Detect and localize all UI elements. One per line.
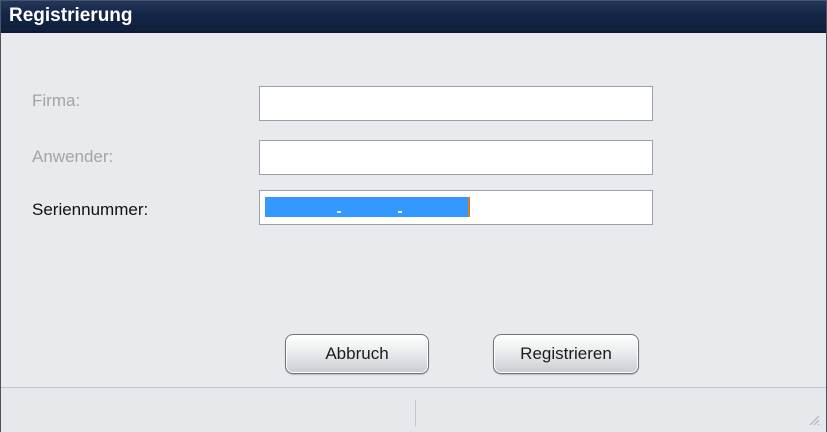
seriennummer-input[interactable]	[259, 190, 653, 225]
window-title: Registrierung	[9, 5, 133, 26]
firma-input[interactable]	[259, 86, 653, 121]
title-bar[interactable]: Registrierung	[1, 1, 826, 33]
text-selection-highlight	[265, 197, 468, 217]
status-bar-divider	[415, 400, 416, 426]
serial-separator	[337, 211, 341, 213]
seriennummer-label: Seriennummer:	[32, 200, 149, 219]
status-bar	[1, 387, 826, 432]
anwender-label: Anwender:	[32, 147, 114, 166]
register-button[interactable]: Registrieren	[493, 334, 639, 374]
resize-grip-icon[interactable]	[808, 414, 820, 426]
anwender-input[interactable]	[259, 140, 653, 175]
text-caret	[468, 197, 470, 217]
cancel-button[interactable]: Abbruch	[285, 334, 429, 374]
serial-separator	[398, 211, 402, 213]
registration-dialog: Registrierung Firma: Anwender: Seriennum…	[0, 0, 827, 432]
firma-label: Firma:	[32, 91, 81, 110]
